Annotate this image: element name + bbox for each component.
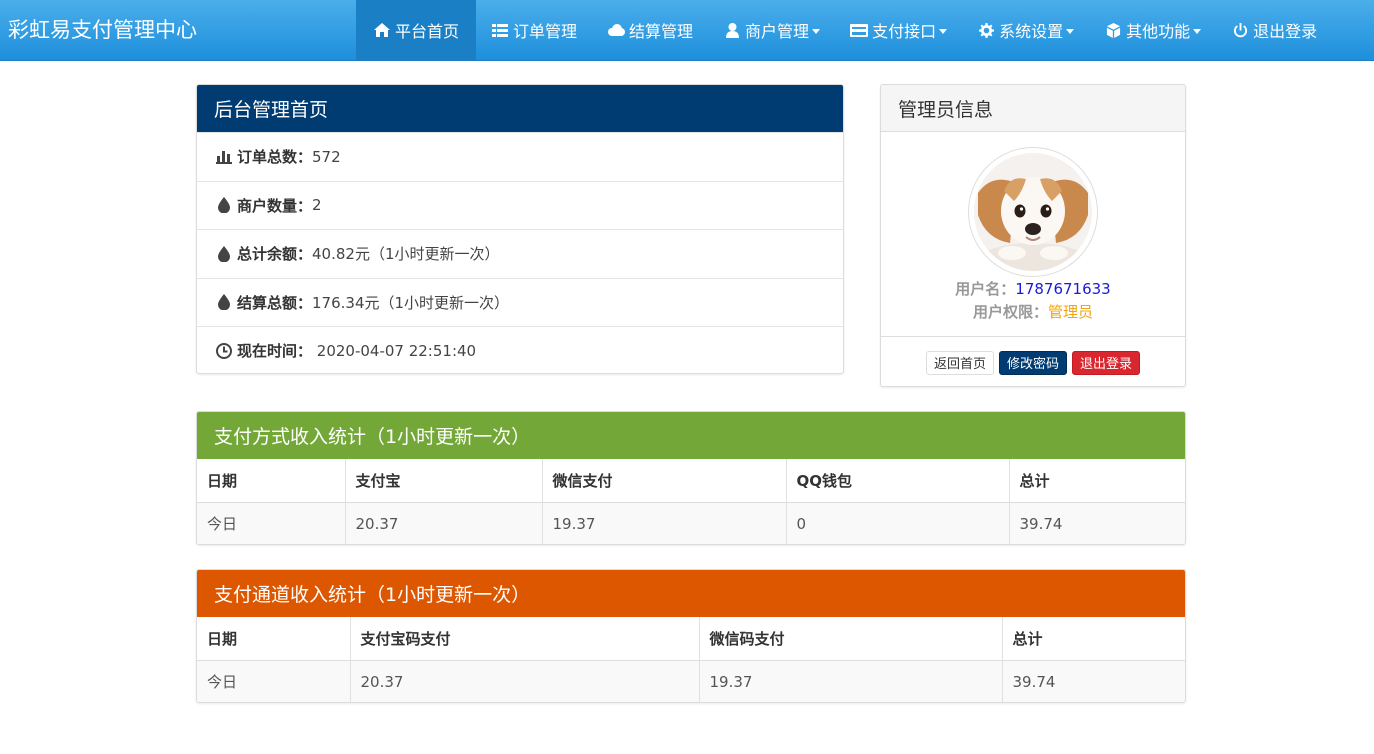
- table-cell: 39.74: [1008, 502, 1185, 544]
- caret-down-icon: [812, 28, 821, 34]
- info-value: 2020-04-07 22:51:40: [312, 341, 477, 360]
- caret-down-icon: [1193, 28, 1202, 34]
- table-row: 今日 20.37 19.37 39.74: [197, 660, 1185, 702]
- table-cell: 今日: [197, 660, 350, 702]
- nav-item-orders[interactable]: 订单管理: [476, 0, 592, 60]
- payment-method-stats-title: 支付方式收入统计（1小时更新一次）: [197, 412, 1185, 459]
- role-label: 用户权限：: [972, 303, 1048, 321]
- clock-icon: [215, 342, 233, 360]
- info-label: 商户数量：: [237, 196, 313, 215]
- username-line: 用户名：1787671633: [881, 278, 1185, 299]
- payment-method-stats-panel: 支付方式收入统计（1小时更新一次） 日期 支付宝 微信支付 QQ钱包 总计 今日…: [196, 411, 1186, 545]
- nav-item-label: 退出登录: [1253, 22, 1318, 41]
- column-header: 总计: [1001, 617, 1185, 661]
- nav-item-label: 其他功能: [1126, 22, 1191, 41]
- admin-panel-title: 管理员信息: [881, 85, 1185, 132]
- overview-panel-title: 后台管理首页: [197, 85, 843, 132]
- avatar: [968, 147, 1098, 277]
- caret-down-icon: [1066, 28, 1075, 34]
- top-navbar: 彩虹易支付管理中心 平台首页 订单管理 结算管理 商户管理 支付接口 系统设置 …: [0, 0, 1374, 61]
- back-home-button[interactable]: 返回首页: [925, 350, 994, 375]
- nav-item-other-functions[interactable]: 其他功能: [1089, 0, 1216, 60]
- payment-channel-stats-panel: 支付通道收入统计（1小时更新一次） 日期 支付宝码支付 微信码支付 总计 今日 …: [196, 569, 1186, 703]
- credit-card-icon: [850, 22, 869, 38]
- info-value: 572: [312, 147, 341, 166]
- table-row: 今日 20.37 19.37 0 39.74: [197, 502, 1185, 544]
- nav-item-label: 支付接口: [872, 22, 937, 41]
- home-icon: [373, 22, 391, 38]
- payment-method-stats-table: 日期 支付宝 微信支付 QQ钱包 总计 今日 20.37 19.37 0 39.…: [197, 459, 1185, 544]
- admin-actions: 返回首页 修改密码 退出登录: [881, 336, 1185, 386]
- bar-chart-icon: [215, 148, 233, 166]
- power-icon: [1231, 22, 1249, 38]
- role-line: 用户权限：管理员: [881, 301, 1185, 322]
- table-header-row: 日期 支付宝 微信支付 QQ钱包 总计: [197, 459, 1185, 503]
- table-header-row: 日期 支付宝码支付 微信码支付 总计: [197, 617, 1185, 661]
- username-label: 用户名：: [955, 280, 1016, 298]
- payment-channel-stats-title: 支付通道收入统计（1小时更新一次）: [197, 570, 1185, 617]
- gear-icon: [977, 22, 995, 38]
- column-header: 日期: [197, 459, 345, 503]
- table-cell: 20.37: [349, 660, 699, 702]
- table-cell: 19.37: [698, 660, 1002, 702]
- column-header: 日期: [197, 617, 350, 661]
- info-row-settlement-total: 结算总额： 176.34元（1小时更新一次）: [197, 277, 843, 327]
- info-row-merchant-count: 商户数量： 2: [197, 180, 843, 230]
- nav-item-label: 商户管理: [745, 22, 810, 41]
- column-header: 支付宝: [344, 459, 542, 503]
- info-value: 40.82元（1小时更新一次）: [312, 245, 500, 264]
- table-cell: 20.37: [344, 502, 542, 544]
- caret-down-icon: [939, 28, 948, 34]
- nav-item-home[interactable]: 平台首页: [356, 0, 477, 60]
- column-header: QQ钱包: [785, 459, 1009, 503]
- list-icon: [491, 22, 509, 38]
- user-icon: [723, 22, 741, 38]
- change-password-button[interactable]: 修改密码: [998, 350, 1067, 375]
- info-row-current-time: 现在时间： 2020-04-07 22:51:40: [197, 326, 843, 373]
- column-header: 总计: [1008, 459, 1185, 503]
- nav-item-payment-api[interactable]: 支付接口: [835, 0, 962, 60]
- table-cell: 0: [785, 502, 1009, 544]
- info-label: 结算总额：: [237, 293, 313, 312]
- puppy-avatar-image: [974, 153, 1092, 271]
- main-nav: 平台首页 订单管理 结算管理 商户管理 支付接口 系统设置 其他功能 退出登录: [356, 0, 1332, 60]
- admin-info-panel: 管理员信息 用户名：1787671633 用户权限：管理员 返回首页 修改密码 …: [880, 84, 1186, 387]
- nav-item-logout[interactable]: 退出登录: [1216, 0, 1332, 60]
- nav-item-label: 结算管理: [629, 22, 694, 41]
- drop-icon: [215, 196, 233, 214]
- nav-item-label: 订单管理: [513, 22, 578, 41]
- info-label: 现在时间：: [237, 342, 313, 361]
- info-row-order-count: 订单总数： 572: [197, 132, 843, 181]
- info-label: 订单总数：: [237, 148, 313, 167]
- column-header: 微信码支付: [698, 617, 1002, 661]
- info-row-total-balance: 总计余额： 40.82元（1小时更新一次）: [197, 229, 843, 278]
- nav-item-settlement[interactable]: 结算管理: [592, 0, 708, 60]
- brand-title[interactable]: 彩虹易支付管理中心: [8, 14, 197, 44]
- column-header: 微信支付: [541, 459, 786, 503]
- column-header: 支付宝码支付: [349, 617, 699, 661]
- info-value: 176.34元（1小时更新一次）: [312, 293, 510, 312]
- table-cell: 39.74: [1001, 660, 1185, 702]
- nav-item-merchants[interactable]: 商户管理: [708, 0, 835, 60]
- info-label: 总计余额：: [237, 245, 313, 264]
- info-value: 2: [312, 196, 322, 215]
- nav-item-label: 平台首页: [395, 22, 460, 41]
- table-cell: 19.37: [541, 502, 786, 544]
- cloud-icon: [607, 22, 626, 38]
- cube-icon: [1104, 22, 1122, 38]
- overview-panel: 后台管理首页 订单总数： 572 商户数量： 2 总计余额： 40.82元（1小…: [196, 84, 844, 374]
- nav-item-label: 系统设置: [999, 22, 1064, 41]
- role-value: 管理员: [1048, 303, 1094, 321]
- drop-icon: [215, 293, 233, 311]
- logout-button[interactable]: 退出登录: [1072, 350, 1141, 375]
- payment-channel-stats-table: 日期 支付宝码支付 微信码支付 总计 今日 20.37 19.37 39.74: [197, 617, 1185, 702]
- table-cell: 今日: [197, 502, 345, 544]
- username-value: 1787671633: [1015, 280, 1111, 298]
- drop-icon: [215, 245, 233, 263]
- nav-item-system-settings[interactable]: 系统设置: [962, 0, 1089, 60]
